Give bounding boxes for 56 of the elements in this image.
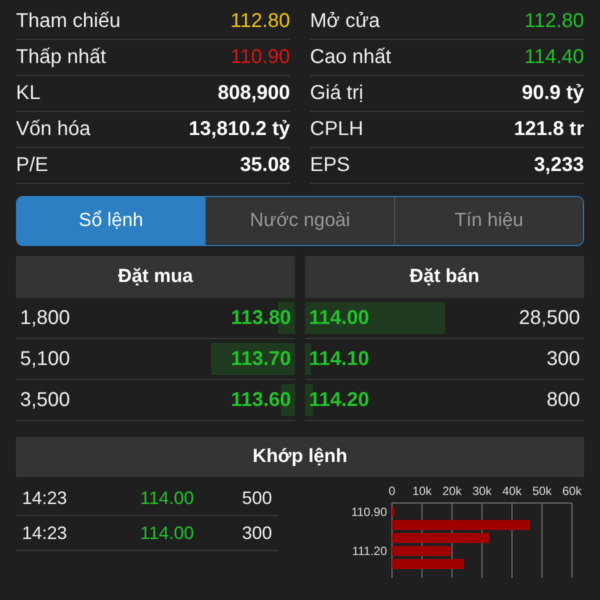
axis-label: 60k <box>562 484 582 498</box>
stat-value: 35.08 <box>240 154 290 177</box>
chart-bar <box>392 546 450 556</box>
trade-volume: 500 <box>240 488 272 508</box>
stat-value: 121.8 tr <box>514 118 584 141</box>
sell-price: 114.20 <box>309 388 370 412</box>
stat-label: KL <box>16 82 40 105</box>
trade-time: 14:23 <box>22 488 68 508</box>
stat-value: 3,233 <box>534 154 584 177</box>
stat-value: 90.9 tỷ <box>522 82 584 105</box>
tab[interactable]: Sổ lệnh <box>17 197 205 245</box>
stat-label: Giá trị <box>310 82 364 105</box>
chart-bar <box>392 559 464 569</box>
trade-time: 14:23 <box>22 522 68 544</box>
buy-volume: 1,800 <box>20 306 70 330</box>
axis-label: 30k <box>472 484 492 498</box>
axis-label: 50k <box>532 484 552 498</box>
trade-volume: 300 <box>240 522 272 544</box>
buy-volume: 5,100 <box>20 348 70 370</box>
stat-label: Tham chiếu <box>16 10 120 33</box>
tab[interactable]: Nước ngoài <box>205 197 394 245</box>
buy-header: Đặt mua <box>16 256 295 298</box>
stat-label: EPS <box>310 154 350 177</box>
trade-price: 114.00 <box>139 488 195 508</box>
stat-value: 112.80 <box>524 10 584 33</box>
stat-value: 808,900 <box>218 82 290 105</box>
axis-label: 0 <box>388 484 396 498</box>
chart-bar <box>392 507 394 517</box>
buy-price: 113.60 <box>230 388 291 412</box>
stat-value: 110.90 <box>230 46 290 69</box>
stat-value: 114.40 <box>524 46 584 69</box>
stat-value: 13,810.2 tỷ <box>188 118 290 141</box>
sell-price: 114.00 <box>309 306 370 330</box>
stat-label: P/E <box>16 154 48 177</box>
stat-label: Mở cửa <box>310 10 380 33</box>
sell-price: 114.10 <box>309 348 370 370</box>
buy-price: 113.80 <box>230 306 291 330</box>
stat-label: Vốn hóa <box>16 118 91 141</box>
buy-price: 113.70 <box>230 348 291 370</box>
tab[interactable]: Tín hiệu <box>394 197 583 245</box>
axis-label: 110.90 <box>351 505 387 519</box>
stat-label: Cao nhất <box>310 46 392 69</box>
axis-label: 20k <box>442 484 462 498</box>
stat-label: Thấp nhất <box>16 46 106 69</box>
stat-value: 112.80 <box>230 10 290 33</box>
sell-volume: 800 <box>546 388 580 412</box>
axis-label: 10k <box>412 484 432 498</box>
matched-header: Khớp lệnh <box>16 437 584 477</box>
axis-label: 40k <box>502 484 522 498</box>
axis-label: 111.20 <box>352 544 387 558</box>
sell-volume: 28,500 <box>518 306 580 330</box>
stat-label: CPLH <box>310 118 364 141</box>
sell-volume: 300 <box>546 348 580 370</box>
sell-header: Đặt bán <box>305 256 584 298</box>
trade-price: 114.00 <box>139 522 195 544</box>
buy-volume: 3,500 <box>20 388 70 412</box>
